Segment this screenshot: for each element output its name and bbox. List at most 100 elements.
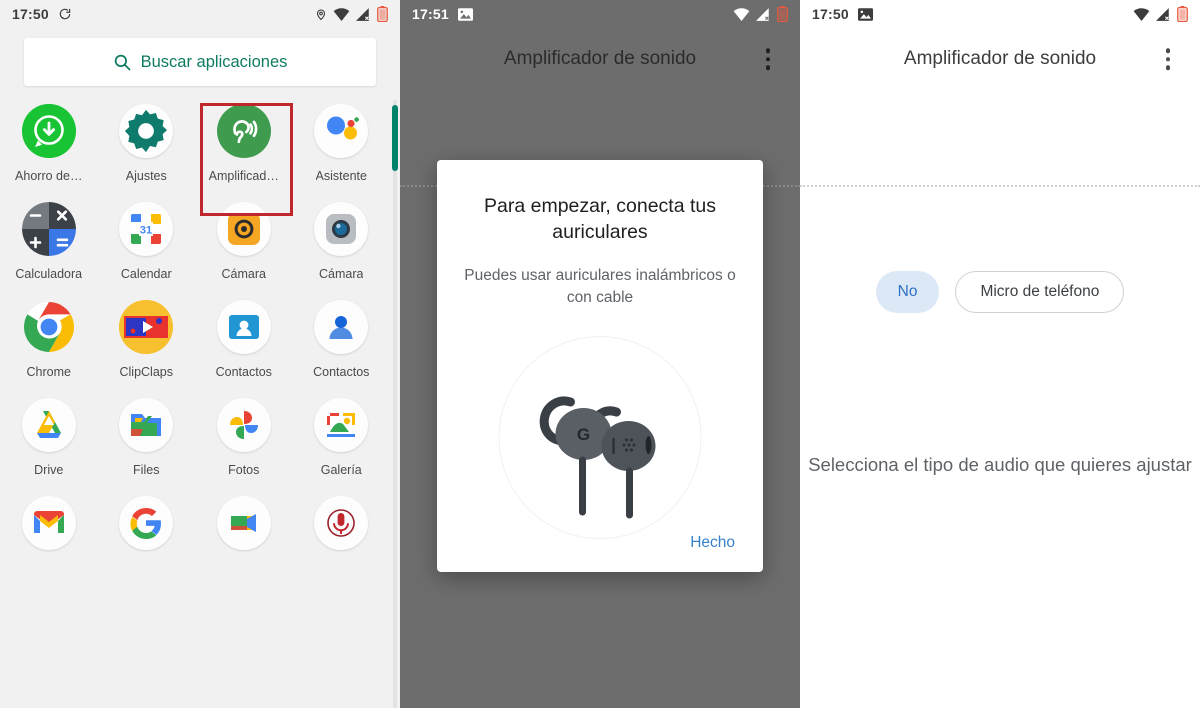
- app-label: Contactos: [313, 365, 370, 379]
- google-search-icon: [119, 496, 174, 550]
- app-item-gmail[interactable]: [0, 496, 98, 561]
- audio-type-hint: Selecciona el tipo de audio que quieres …: [808, 454, 1192, 475]
- screenshot-image-icon: [857, 7, 873, 21]
- google-meet-icon: [216, 496, 271, 550]
- app-item-ahorro-de-datos[interactable]: Ahorro de…: [0, 104, 98, 183]
- three-phone-screenshot-composite: 17:50 Buscar aplicaciones Ahorro de… Aju…: [0, 0, 1200, 708]
- camera-lens-icon: [314, 202, 369, 256]
- phone-panel-headphones-dialog: 17:51 Amplificador de sonido Para empeza…: [400, 0, 800, 708]
- app-label: Galería: [320, 463, 362, 477]
- app-label: Fotos: [228, 463, 260, 477]
- battery-low-icon: [377, 6, 388, 23]
- dotted-divider: [800, 185, 1200, 187]
- app-label: ClipClaps: [119, 365, 174, 379]
- whatsapp-saver-icon: [21, 104, 76, 158]
- signal-no-sim-icon: [756, 7, 771, 21]
- app-label: Contactos: [215, 365, 272, 379]
- page-title: Amplificador de sonido: [903, 48, 1097, 69]
- app-label: Cámara: [221, 267, 266, 281]
- search-icon: [113, 53, 131, 71]
- status-bar-right-icons: [733, 6, 788, 23]
- audio-type-chip-row: No Micro de teléfono: [800, 271, 1200, 313]
- status-bar-left-icons: [58, 7, 72, 21]
- status-bar-right-icons: [1133, 6, 1188, 23]
- google-photos-icon: [216, 398, 271, 452]
- battery-low-icon: [777, 6, 788, 23]
- battery-low-icon: [1177, 6, 1188, 23]
- page-title: Amplificador de sonido: [503, 48, 697, 69]
- search-apps-bar[interactable]: Buscar aplicaciones: [24, 38, 376, 86]
- contacts-card-icon: [216, 300, 271, 354]
- app-item-galeria[interactable]: Galería: [293, 398, 391, 477]
- status-bar-time: 17:50: [12, 6, 49, 22]
- app-item-calculadora[interactable]: Calculadora: [0, 202, 98, 281]
- signal-no-sim-icon: [356, 7, 371, 21]
- app-item-google[interactable]: [98, 496, 196, 561]
- app-item-contactos-persona[interactable]: Contactos: [293, 300, 391, 379]
- status-bar-right-icons: [315, 6, 388, 23]
- contacts-person-icon: [314, 300, 369, 354]
- location-pin-icon: [315, 7, 327, 22]
- app-label: Files: [133, 463, 160, 477]
- headphones-dialog: Para empezar, conecta tus auriculares Pu…: [437, 160, 763, 572]
- app-item-fotos[interactable]: Fotos: [195, 398, 293, 477]
- calculator-icon: [21, 202, 76, 256]
- app-label: Chrome: [26, 365, 71, 379]
- phone-panel-audio-type: 17:50 Amplificador de sonido No Micro de…: [800, 0, 1200, 708]
- voice-recorder-icon: [314, 496, 369, 550]
- app-label: Calendar: [120, 267, 172, 281]
- dialog-subtitle: Puedes usar auriculares inalámbricos o c…: [464, 267, 736, 306]
- gmail-icon: [21, 496, 76, 550]
- google-files-icon: [119, 398, 174, 452]
- svg-text:G: G: [576, 425, 589, 444]
- chrome-icon: [22, 300, 76, 354]
- status-bar-left-icons: [857, 7, 873, 21]
- dialog-done-button[interactable]: Hecho: [686, 528, 739, 558]
- more-vert-icon[interactable]: [762, 44, 775, 74]
- gallery-icon: [314, 398, 369, 452]
- google-drive-icon: [21, 398, 76, 452]
- app-item-calendar[interactable]: 31 Calendar: [98, 202, 196, 281]
- google-earbuds-icon: G: [498, 336, 702, 539]
- app-item-chrome[interactable]: Chrome: [0, 300, 98, 379]
- app-item-drive[interactable]: Drive: [0, 398, 98, 477]
- highlight-box-amplificador: [200, 103, 293, 216]
- svg-text:31: 31: [140, 224, 152, 236]
- clipclaps-icon: [119, 300, 174, 354]
- app-item-clipclaps[interactable]: ClipClaps: [98, 300, 196, 379]
- app-item-meet[interactable]: [195, 496, 293, 561]
- status-bar: 17:50: [0, 0, 400, 28]
- app-label: Calculadora: [15, 267, 83, 281]
- phone-panel-app-drawer: 17:50 Buscar aplicaciones Ahorro de… Aju…: [0, 0, 400, 708]
- wifi-icon: [333, 7, 350, 21]
- wifi-icon: [1133, 7, 1150, 21]
- chip-micro-de-telefono[interactable]: Micro de teléfono: [955, 271, 1125, 313]
- status-bar: 17:50: [800, 0, 1200, 28]
- app-item-asistente[interactable]: Asistente: [293, 104, 391, 183]
- screenshot-image-icon: [457, 7, 473, 21]
- app-drawer-scroll-track[interactable]: [393, 100, 397, 708]
- status-bar-time: 17:51: [412, 6, 449, 22]
- app-item-files[interactable]: Files: [98, 398, 196, 477]
- app-label: Cámara: [319, 267, 364, 281]
- search-apps-label: Buscar aplicaciones: [140, 52, 288, 71]
- app-item-contactos-tarjeta[interactable]: Contactos: [195, 300, 293, 379]
- app-bar: Amplificador de sonido: [800, 28, 1200, 90]
- app-item-ajustes[interactable]: Ajustes: [98, 104, 196, 183]
- google-assistant-icon: [314, 104, 369, 158]
- status-bar-time: 17:50: [812, 6, 849, 22]
- app-item-grabadora[interactable]: [293, 496, 391, 561]
- more-vert-icon[interactable]: [1162, 44, 1175, 74]
- wifi-icon: [733, 7, 750, 21]
- signal-no-sim-icon: [1156, 7, 1171, 21]
- app-label: Ajustes: [125, 169, 167, 183]
- app-label: Ahorro de…: [15, 169, 83, 183]
- app-label: Asistente: [315, 169, 367, 183]
- chip-no[interactable]: No: [875, 271, 940, 313]
- status-bar-left-icons: [457, 7, 473, 21]
- dialog-title: Para empezar, conecta tus auriculares: [484, 195, 716, 243]
- app-item-camara-lente[interactable]: Cámara: [293, 202, 391, 281]
- app-label: Drive: [34, 463, 64, 477]
- sync-icon: [58, 7, 72, 21]
- app-drawer-scrollbar-thumb[interactable]: [392, 105, 398, 171]
